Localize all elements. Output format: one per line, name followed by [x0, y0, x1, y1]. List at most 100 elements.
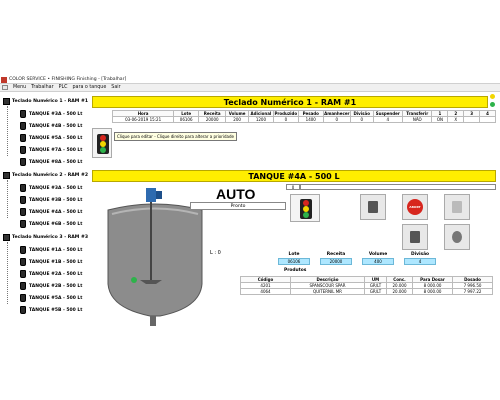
sidebar-item-tank[interactable]: TANQUE #5A - 500 Lt	[20, 294, 82, 302]
keypad-banner: Teclado Numérico 1 - RAM #1	[92, 96, 488, 108]
sidebar-item-tank[interactable]: TANQUE #6B - 500 Lt	[20, 220, 82, 228]
info-label-volume: Volume	[368, 252, 388, 257]
tree-connector	[7, 180, 8, 218]
table-cell[interactable]: X	[447, 116, 465, 123]
table-cell[interactable]: 03-06-2019 15:21	[111, 116, 175, 123]
sidebar-item-tank[interactable]: TANQUE #4B - 500 Lt	[20, 122, 82, 130]
table-cell: QUITERNIL MR	[290, 288, 365, 295]
table-header: Suspender	[372, 110, 404, 117]
tank-icon	[20, 220, 26, 228]
products-table: Código Descrição UM Conc. Para Dosar Dos…	[240, 276, 493, 295]
sidebar-item-tank[interactable]: TANQUE #5B - 500 Lt	[20, 306, 82, 314]
sidebar-item-tank[interactable]: TANQUE #1A - 500 Lt	[20, 246, 82, 254]
menu-item-plc[interactable]: PLC	[59, 85, 68, 90]
tank-icon	[20, 134, 26, 142]
info-label-lote: Lote	[288, 252, 300, 257]
tank-traffic-light-box[interactable]	[290, 194, 320, 222]
sidebar-item-tank[interactable]: TANQUE #2A - 500 Lt	[20, 270, 82, 278]
tank-icon	[20, 258, 26, 266]
info-label-receita: Receita	[326, 252, 346, 257]
table-cell: 7 997.22	[452, 288, 493, 295]
table-cell: 4064	[240, 288, 291, 295]
table-header: Divisão	[349, 110, 374, 117]
sidebar-item-label: TANQUE #8A - 500 Lt	[29, 159, 83, 165]
table-cell[interactable]: 0	[349, 116, 374, 123]
info-value-lote: 06106	[278, 258, 310, 265]
level-sensor-icon	[131, 277, 137, 283]
tree-connector	[7, 106, 8, 156]
abort-button[interactable]: ABORT	[402, 194, 428, 220]
sidebar-item-tank[interactable]: TANQUE #3A - 500 Lt	[20, 184, 82, 192]
sidebar-group-keypad-3[interactable]: Teclado Numérico 3 - RAM #3	[3, 234, 88, 241]
tooltip: Clique para editar - Clique direito para…	[114, 132, 238, 141]
table-cell[interactable]	[479, 116, 496, 123]
table-cell[interactable]: NÃO	[402, 116, 433, 123]
sidebar-item-label: TANQUE #3B - 500 Lt	[29, 197, 83, 203]
table-cell[interactable]: 1400	[297, 116, 324, 123]
table-header: Amanhecer	[322, 110, 351, 117]
sidebar-item-tank[interactable]: TANQUE #3A - 500 Lt	[20, 110, 82, 118]
table-cell[interactable]: 0	[322, 116, 351, 123]
keypad-icon	[3, 234, 10, 241]
sidebar-group-keypad-2[interactable]: Teclado Numérico 2 - RAM #2	[3, 172, 88, 179]
products-title: Produtos	[284, 268, 307, 273]
table-cell: GR/LT	[364, 288, 387, 295]
window-title: COLOR SERVICE • FINISHING Finishing - [T…	[9, 77, 127, 82]
table-cell[interactable]: 1200	[247, 116, 274, 123]
table-header: Volume	[225, 110, 249, 117]
menu-item-para-o-tanque[interactable]: para o tanque	[73, 85, 107, 90]
sidebar-item-tank[interactable]: TANQUE #7A - 500 Lt	[20, 146, 82, 154]
dosing-tank-icon	[368, 201, 378, 213]
sidebar-item-label: TANQUE #5A - 500 Lt	[29, 295, 83, 301]
table-cell[interactable]: 20000	[198, 116, 227, 123]
app-icon	[1, 76, 7, 83]
tank-icon	[20, 184, 26, 192]
menu-item-menu[interactable]: Menu	[13, 85, 26, 90]
sidebar-item-tank[interactable]: TANQUE #8A - 500 Lt	[20, 158, 82, 166]
sidebar-item-tank[interactable]: TANQUE #2B - 500 Lt	[20, 282, 82, 290]
sidebar-item-tank[interactable]: TANQUE #1B - 500 Lt	[20, 258, 82, 266]
table-cell[interactable]: 200	[225, 116, 249, 123]
sidebar-item-tank[interactable]: TANQUE #5A - 500 Lt	[20, 134, 82, 142]
sidebar-group-keypad-1[interactable]: Teclado Numérico 1 - RAM #1	[3, 98, 88, 105]
table-cell: 8 000.00	[412, 288, 453, 295]
info-value-divisao: 4	[404, 258, 436, 265]
table-row[interactable]: 4064 QUITERNIL MR GR/LT 20.000 8 000.00 …	[240, 288, 493, 295]
sidebar-item-label: TANQUE #5A - 500 Lt	[29, 135, 83, 141]
table-cell[interactable]: 0	[272, 116, 299, 123]
tank-icon	[20, 246, 26, 254]
info-label-divisao: Divisão	[410, 252, 430, 257]
traffic-light-icon	[300, 199, 312, 219]
table-cell: 20.000	[386, 288, 413, 295]
table-cell[interactable]: 4	[372, 116, 404, 123]
tank-icon	[20, 282, 26, 290]
tank-icon	[20, 122, 26, 130]
sidebar-item-tank[interactable]: TANQUE #4A - 500 Lt	[20, 208, 82, 216]
table-cell[interactable]	[463, 116, 481, 123]
table-header: Produzido	[272, 110, 299, 117]
table-cell[interactable]: 06106	[173, 116, 200, 123]
table-row[interactable]: 03-06-2019 15:21 06106 20000 200 1200 0 …	[111, 116, 496, 123]
refresh-button[interactable]	[444, 224, 470, 250]
table-header: Adicional	[247, 110, 274, 117]
menu-icon[interactable]	[2, 85, 8, 90]
table-cell[interactable]: ON	[431, 116, 449, 123]
keypad-traffic-light-box[interactable]	[92, 128, 112, 158]
info-value-receita: 20000	[320, 258, 352, 265]
sidebar-group-label: Teclado Numérico 3 - RAM #3	[12, 235, 89, 240]
dosing-button[interactable]	[360, 194, 386, 220]
fill-button[interactable]	[402, 224, 428, 250]
menu-item-sair[interactable]: Sair	[111, 85, 120, 90]
tank-icon	[20, 306, 26, 314]
sidebar-item-tank[interactable]: TANQUE #3B - 500 Lt	[20, 196, 82, 204]
status-indicator-green	[490, 102, 495, 107]
sidebar-item-label: TANQUE #1A - 500 Lt	[29, 247, 83, 253]
menu-item-trabalhar[interactable]: Trabalhar	[31, 85, 53, 90]
transfer-arrow-icon	[452, 201, 462, 213]
keypad-table: Hora Lote Receita Volume Adicional Produ…	[111, 110, 496, 123]
window-titlebar: COLOR SERVICE • FINISHING Finishing - [T…	[0, 76, 500, 84]
transfer-button[interactable]	[444, 194, 470, 220]
tank-banner: TANQUE #4A - 500 L	[92, 170, 496, 182]
refresh-icon	[452, 231, 462, 243]
menu-bar: Menu Trabalhar PLC para o tanque Sair	[0, 84, 500, 92]
